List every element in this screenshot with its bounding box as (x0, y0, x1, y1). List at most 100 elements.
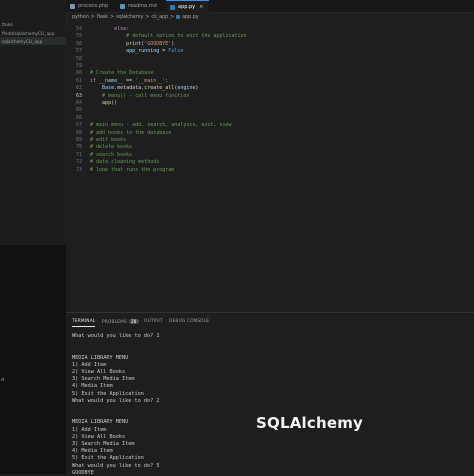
line-number: 62 (75, 85, 82, 92)
code-token: __name__ (99, 77, 124, 84)
code-text: else: (90, 26, 129, 33)
terminal-line: MEDIA LIBRARY MENU (72, 354, 129, 361)
code-line: 58 (66, 56, 474, 63)
sqlalchemy-watermark: SQLAlchemy (256, 414, 364, 432)
code-line: 56 print('GOODBYE') (66, 41, 474, 48)
code-text: app_running = False (90, 48, 183, 55)
line-number: 61 (75, 77, 82, 84)
breadcrumb-separator: > (90, 14, 95, 20)
breadcrumb-item[interactable]: app.py (182, 15, 198, 20)
line-number: 72 (75, 159, 82, 166)
bottom-panel: TERMINAL PROBLEMS 28 OUTPUT DEBUG CONSOLE… (66, 312, 474, 476)
line-number: 69 (75, 137, 82, 143)
breadcrumb-item[interactable]: flask (97, 15, 108, 20)
code-token: '__main__' (135, 77, 166, 84)
code-line: 66 (66, 115, 474, 122)
code-token: : (165, 77, 169, 84)
tab-readme-md[interactable]: readme.md (120, 0, 157, 12)
code-line: 59 (66, 63, 474, 70)
explorer-item[interactable]: ttuko (2, 22, 13, 27)
code-token: if (90, 77, 100, 84)
code-token: create_all (144, 85, 175, 92)
sidebar-bottom-label: d (1, 378, 4, 383)
tab-label: app.py (178, 4, 196, 10)
line-number: 59 (75, 63, 82, 69)
terminal-line: MEDIA LIBRARY MENU (72, 419, 129, 426)
code-token: ) (195, 85, 199, 92)
code-line: 68 # add books to the database (66, 130, 474, 137)
code-line: 64 app() (66, 100, 474, 107)
panel-tab-problems[interactable]: PROBLEMS 28 (102, 319, 139, 325)
code-text: # default option to exit the application (90, 33, 247, 40)
terminal-line: GOODBYE (72, 469, 94, 476)
panel-tab-terminal[interactable]: TERMINAL (72, 319, 96, 327)
code-line: 62 Base.metadata.create_all(engine) (66, 85, 474, 92)
tab-process-php[interactable]: process.php (70, 0, 108, 12)
terminal-line: 3) Search Media Item (72, 441, 135, 447)
code-text: print('GOODBYE') (90, 41, 174, 48)
terminal-line: 2) View All Books (72, 433, 126, 440)
code-token: .metadata. (114, 85, 145, 92)
code-text: Base.metadata.create_all(engine) (90, 85, 198, 92)
line-number: 60 (75, 70, 82, 77)
panel-tab-debug-console[interactable]: DEBUG CONSOLE (169, 319, 209, 324)
code-text: # data cleaning methods (90, 159, 159, 166)
explorer-item-selected[interactable]: sqlalchemyCLI_app (2, 39, 42, 44)
code-text: # add books to the database (90, 130, 171, 137)
terminal-line: 2) View All Books (72, 369, 126, 375)
code-token: # delete books (90, 144, 133, 151)
code-line: 72 # data cleaning methods (66, 159, 474, 166)
breadcrumb-separator: > (145, 14, 150, 20)
problems-count-badge: 28 (129, 319, 139, 324)
code-token: False (168, 48, 184, 55)
code-token: # menu() - call menu function (90, 92, 190, 99)
code-token: else: (90, 26, 130, 32)
terminal-line: What would you like to do? 5 (72, 462, 160, 469)
terminal-line: 4) Media Item (72, 383, 113, 390)
line-number: 73 (75, 166, 82, 173)
line-number: 70 (75, 144, 82, 151)
code-token: # main menu - add, search, analysis, exi… (90, 122, 232, 129)
code-line: 54 else: (66, 26, 474, 33)
terminal-line: 5) Exit the Application (72, 390, 144, 397)
code-token: 'GOODBYE' (144, 40, 172, 47)
code-text: # edit books (90, 137, 126, 144)
code-text: app() (90, 100, 117, 107)
code-line: 63 # menu() - call menu function (66, 93, 474, 100)
code-editor[interactable]: 54 else: 55 # default option to exit the … (66, 22, 474, 312)
breadcrumb-item[interactable]: python (72, 15, 89, 20)
python-file-icon (176, 15, 181, 19)
breadcrumb-separator: > (170, 14, 175, 20)
explorer-item[interactable]: ffedd/sqlalchemyCLI_app (2, 31, 54, 36)
code-token: app_running (126, 48, 160, 55)
code-line: 70 # delete books (66, 144, 474, 151)
code-token: # default option to exit the application (90, 33, 247, 40)
code-line: 67 # main menu - add, search, analysis, e… (66, 122, 474, 129)
code-line: 57 app_running = False (66, 48, 474, 55)
code-text: if __name__ == '__main__': (90, 78, 168, 85)
line-number: 65 (75, 107, 82, 114)
code-text: # main menu - add, search, analysis, exi… (90, 122, 231, 129)
code-token: () (111, 100, 118, 106)
code-token: # Create the Database (90, 70, 154, 77)
breadcrumb-item[interactable]: sqlalchemy (116, 15, 143, 20)
line-number: 68 (75, 129, 82, 136)
terminal-line: 5) Exit the Application (72, 455, 144, 462)
tab-label: readme.md (128, 3, 157, 9)
close-icon[interactable]: × (199, 4, 203, 10)
code-line: 73 # loop that runs the program (66, 167, 474, 174)
markdown-file-icon (120, 3, 125, 9)
terminal-line: What would you like to do? 1 (72, 333, 160, 339)
line-number: 58 (75, 55, 82, 62)
line-number: 66 (75, 114, 82, 121)
code-line: 60 # Create the Database (66, 70, 474, 77)
panel-tab-output[interactable]: OUTPUT (144, 319, 163, 324)
code-token: = (159, 48, 169, 55)
breadcrumb-separator: > (110, 14, 115, 20)
code-line: 65 (66, 107, 474, 114)
breadcrumb-item[interactable]: cli_app (151, 15, 168, 20)
line-number: 64 (75, 100, 82, 106)
